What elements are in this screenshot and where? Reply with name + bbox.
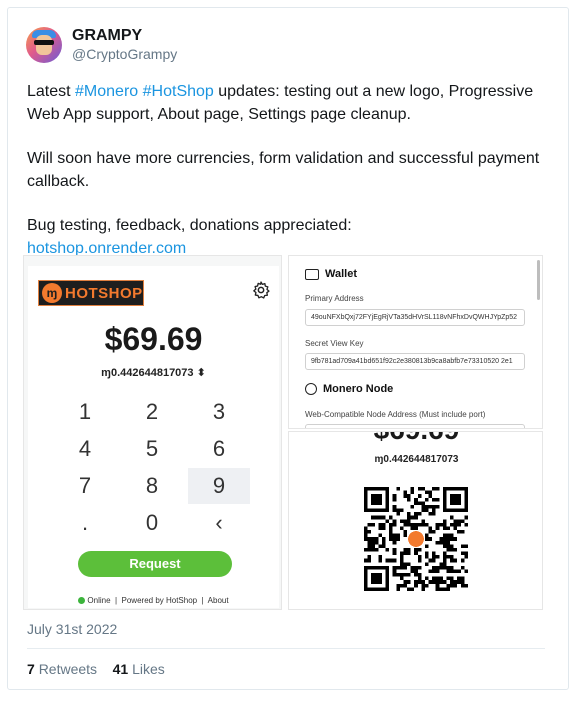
qr-finder-pattern bbox=[442, 487, 468, 513]
node-section-title: Monero Node bbox=[305, 383, 393, 395]
primary-address-field[interactable]: 49ouNFXbQxj72FYjEgRjVTa35dHVrSL118vNFhxD… bbox=[305, 309, 525, 326]
key-9[interactable]: 9 bbox=[188, 468, 250, 504]
monero-logo-icon: ɱ bbox=[42, 283, 62, 303]
retweet-count[interactable]: 7 Retweets bbox=[27, 661, 97, 677]
qr-center-logo-icon bbox=[408, 531, 424, 547]
view-key-field[interactable]: 9fb781ad709a41bd651f92c2e380813b9ca8abfb… bbox=[305, 353, 525, 370]
tweet-header: GRAMPY @CryptoGrampy bbox=[26, 26, 177, 63]
node-address-label: Web-Compatible Node Address (Must includ… bbox=[305, 410, 486, 419]
request-button[interactable]: Request bbox=[78, 551, 232, 577]
tweet-paragraph-1: Latest #Monero #HotShop updates: testing… bbox=[27, 80, 557, 126]
hotshop-logo: ɱ HOTSHOP bbox=[38, 280, 144, 306]
media-qr-screenshot[interactable]: $69.69 ɱ0.442644817073 bbox=[288, 431, 543, 610]
key-7[interactable]: 7 bbox=[54, 468, 116, 504]
display-name[interactable]: GRAMPY bbox=[72, 26, 177, 45]
status-text: Online bbox=[87, 596, 111, 605]
node-icon bbox=[305, 383, 317, 395]
qr-finder-pattern bbox=[364, 565, 390, 591]
media-settings-screenshot[interactable]: Wallet Primary Address 49ouNFXbQxj72FYjE… bbox=[288, 255, 543, 429]
key-1[interactable]: 1 bbox=[54, 394, 116, 430]
key-4[interactable]: 4 bbox=[54, 431, 116, 467]
author-names: GRAMPY @CryptoGrampy bbox=[72, 26, 177, 63]
key-8[interactable]: 8 bbox=[121, 468, 183, 504]
qr-finder-pattern bbox=[364, 487, 390, 513]
key-3[interactable]: 3 bbox=[188, 394, 250, 430]
avatar-face bbox=[36, 34, 52, 55]
media-grid[interactable]: ɱ HOTSHOP $69.69 ɱ0.442644817073 ⬍ 1 2 3… bbox=[23, 255, 543, 610]
tweet-paragraph-2: Will soon have more currencies, form val… bbox=[27, 150, 540, 190]
avatar[interactable] bbox=[26, 26, 62, 63]
user-handle[interactable]: @CryptoGrampy bbox=[72, 45, 177, 63]
primary-address-label: Primary Address bbox=[305, 294, 364, 303]
payment-qr-code bbox=[364, 487, 468, 591]
hashtag-hotshop[interactable]: #HotShop bbox=[143, 83, 214, 100]
media-pos-screenshot[interactable]: ɱ HOTSHOP $69.69 ɱ0.442644817073 ⬍ 1 2 3… bbox=[23, 255, 282, 610]
gear-icon[interactable] bbox=[251, 280, 271, 300]
about-link[interactable]: About bbox=[208, 596, 229, 605]
divider bbox=[27, 648, 545, 649]
view-key-label: Secret View Key bbox=[305, 339, 364, 348]
tweet-paragraph-3: Bug testing, feedback, donations appreci… bbox=[27, 214, 557, 260]
key-decimal[interactable]: . bbox=[54, 505, 116, 541]
tweet-date[interactable]: July 31st 2022 bbox=[27, 621, 117, 637]
scrollbar[interactable] bbox=[537, 260, 540, 300]
xmr-amount[interactable]: ɱ0.442644817073 ⬍ bbox=[28, 366, 279, 379]
text-para3: Bug testing, feedback, donations appreci… bbox=[27, 217, 352, 234]
backspace-icon[interactable]: ‹ bbox=[188, 505, 250, 541]
online-status-icon bbox=[78, 597, 86, 604]
key-0[interactable]: 0 bbox=[121, 505, 183, 541]
tweet-stats: 7 Retweets 41 Likes bbox=[27, 661, 165, 677]
node-address-field[interactable] bbox=[305, 424, 525, 428]
key-5[interactable]: 5 bbox=[121, 431, 183, 467]
pos-card: ɱ HOTSHOP $69.69 ɱ0.442644817073 ⬍ 1 2 3… bbox=[28, 266, 279, 599]
app-footer: Online | Powered by HotShop | About bbox=[28, 594, 279, 608]
wallet-title-text: Wallet bbox=[325, 268, 357, 280]
qr-xmr-amount: ɱ0.442644817073 bbox=[374, 454, 459, 465]
key-6[interactable]: 6 bbox=[188, 431, 250, 467]
text-prefix: Latest bbox=[27, 83, 76, 100]
avatar-shades bbox=[34, 39, 54, 45]
hashtag-monero[interactable]: #Monero bbox=[75, 83, 138, 100]
payment-amount: $69.69 bbox=[104, 321, 203, 357]
wallet-section-title: Wallet bbox=[305, 268, 357, 280]
node-title-text: Monero Node bbox=[323, 383, 394, 395]
logo-text: HOTSHOP bbox=[65, 284, 143, 302]
tweet-text: Latest #Monero #HotShop updates: testing… bbox=[27, 80, 557, 281]
qr-payment-amount: $69.69 bbox=[289, 432, 542, 446]
powered-by[interactable]: Powered by HotShop bbox=[122, 596, 198, 605]
wallet-icon bbox=[305, 268, 319, 280]
key-2[interactable]: 2 bbox=[121, 394, 183, 430]
like-count[interactable]: 41 Likes bbox=[113, 661, 165, 677]
